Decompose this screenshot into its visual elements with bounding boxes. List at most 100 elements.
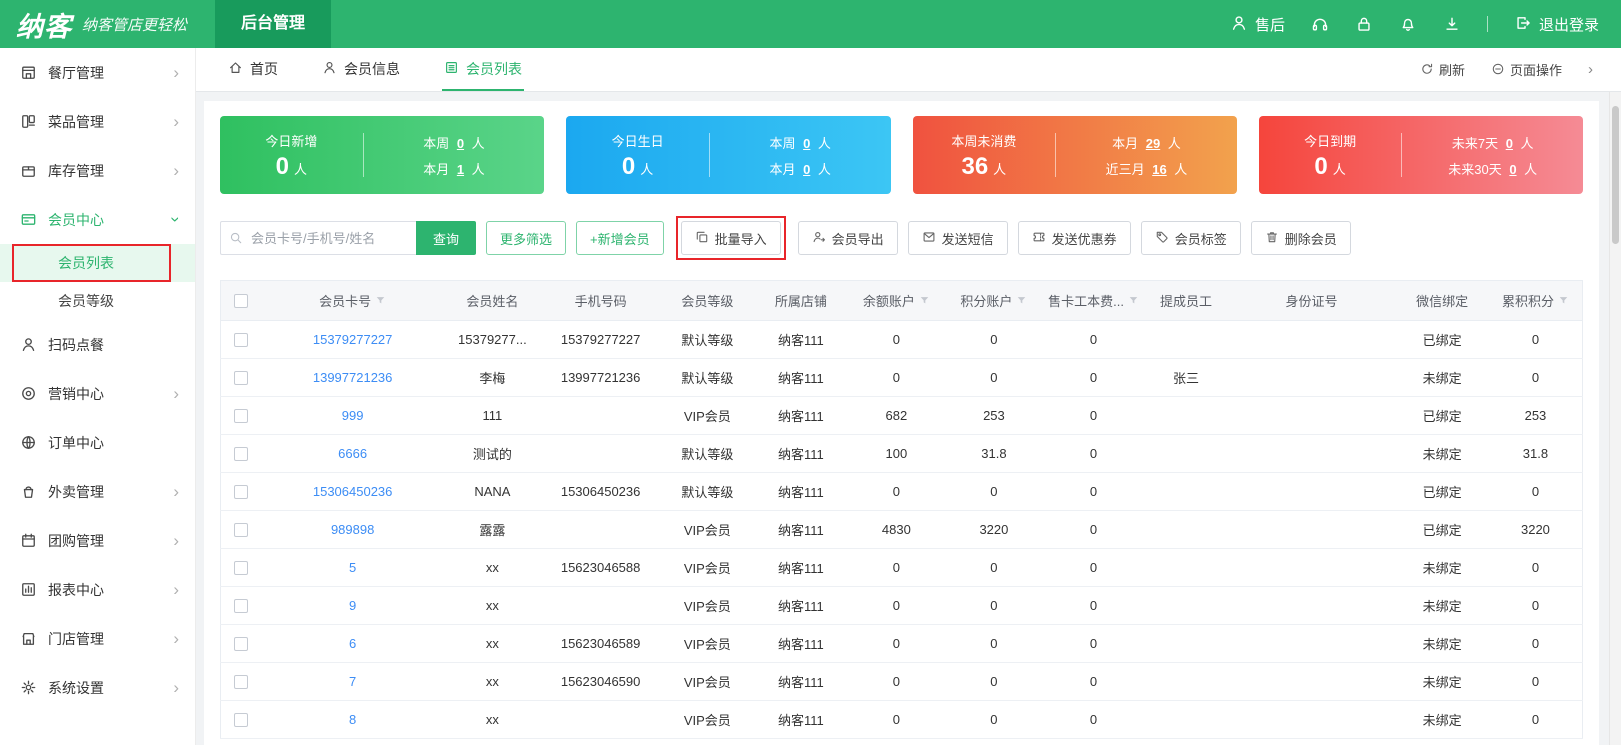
member-card-link[interactable]: 13997721236 [313, 370, 393, 385]
stat-card-line[interactable]: 本周 0 人 [423, 133, 484, 152]
send-sms-button[interactable]: 发送短信 [907, 221, 1008, 255]
sidebar-item-settings[interactable]: 系统设置 › [0, 663, 195, 712]
download-icon[interactable] [1443, 15, 1461, 33]
chevron-right-icon[interactable]: › [1588, 61, 1593, 78]
row-checkbox[interactable] [234, 637, 249, 652]
sidebar-item-restaurant[interactable]: 餐厅管理 › [0, 48, 195, 97]
send-coupon-button[interactable]: 发送优惠券 [1017, 221, 1131, 255]
table-cell: 0 [847, 358, 946, 397]
sidebar-item-stores[interactable]: 门店管理 › [0, 614, 195, 663]
logout-button[interactable]: 退出登录 [1514, 14, 1599, 35]
member-export-button[interactable]: 会员导出 [797, 221, 898, 255]
column-header[interactable]: 余额账户 [847, 280, 946, 321]
lock-icon[interactable] [1355, 15, 1373, 33]
sidebar-item-takeout[interactable]: 外卖管理 › [0, 467, 195, 516]
row-checkbox[interactable] [234, 561, 249, 576]
bell-icon[interactable] [1399, 15, 1417, 33]
tab-member-info[interactable]: 会员信息 [320, 48, 402, 91]
member-card-link[interactable]: 7 [349, 674, 356, 689]
filter-icon[interactable] [375, 295, 386, 306]
member-center-icon [20, 211, 37, 228]
tab-member-list[interactable]: 会员列表 [442, 48, 524, 91]
nav-tab-backend[interactable]: 后台管理 [215, 0, 332, 48]
row-checkbox[interactable] [234, 523, 249, 538]
sidebar-item-scan-order[interactable]: 扫码点餐 [0, 320, 195, 369]
stat-card-line[interactable]: 本周 0 人 [769, 133, 830, 152]
table-cell: 默认等级 [660, 320, 755, 359]
row-checkbox[interactable] [234, 485, 249, 500]
sidebar-item-groupbuy[interactable]: 团购管理 › [0, 516, 195, 565]
stat-card-line[interactable]: 未来30天 0 人 [1448, 159, 1537, 178]
table-cell: xx [444, 624, 541, 663]
column-header[interactable]: 手机号码 [540, 280, 661, 321]
member-card-link[interactable]: 15379277227 [313, 332, 393, 347]
row-checkbox[interactable] [234, 447, 249, 462]
sidebar-item-reports[interactable]: 报表中心 › [0, 565, 195, 614]
stat-card-line[interactable]: 本月 29 人 [1112, 133, 1181, 152]
column-header[interactable]: 所属店铺 [754, 280, 848, 321]
column-header[interactable]: 售卡工本费... [1042, 280, 1145, 321]
table-cell: 0 [1042, 472, 1145, 511]
stat-card-new-today: 今日新增 0 人 本周 0 人本月 1 人 [220, 116, 545, 194]
row-checkbox[interactable] [234, 409, 249, 424]
member-card-link[interactable]: 989898 [331, 522, 374, 537]
after-sales-button[interactable]: 售后 [1230, 14, 1285, 35]
stat-card-line[interactable]: 未来7天 0 人 [1452, 133, 1534, 152]
member-tag-button[interactable]: 会员标签 [1140, 221, 1241, 255]
row-checkbox[interactable] [234, 599, 249, 614]
table-cell: 8 [261, 700, 445, 739]
select-all-checkbox[interactable] [234, 294, 249, 309]
sidebar-item-inventory[interactable]: 库存管理 › [0, 146, 195, 195]
row-checkbox[interactable] [234, 333, 249, 348]
sidebar-item-member-center[interactable]: 会员中心 › [0, 195, 195, 244]
member-card-link[interactable]: 5 [349, 560, 356, 575]
column-header[interactable]: 微信绑定 [1395, 280, 1489, 321]
vertical-scrollbar[interactable] [1609, 92, 1621, 745]
filter-icon[interactable] [919, 295, 930, 306]
member-card-link[interactable]: 999 [342, 408, 364, 423]
member-card-link[interactable]: 6666 [338, 446, 367, 461]
sidebar-subitem-member-list[interactable]: 会员列表 [0, 244, 195, 282]
tab-home[interactable]: 首页 [226, 48, 280, 91]
more-filter-button[interactable]: 更多筛选 [486, 221, 567, 255]
row-checkbox[interactable] [234, 675, 249, 690]
member-card-link[interactable]: 15306450236 [313, 484, 393, 499]
query-button[interactable]: 查询 [416, 221, 477, 255]
add-member-button[interactable]: +新增会员 [576, 221, 664, 255]
column-header[interactable]: 会员等级 [660, 280, 755, 321]
table-cell [540, 434, 661, 473]
delete-member-button[interactable]: 删除会员 [1250, 221, 1351, 255]
sidebar-item-order-center[interactable]: 订单中心 [0, 418, 195, 467]
member-card-link[interactable]: 9 [349, 598, 356, 613]
scrollbar-thumb[interactable] [1612, 106, 1619, 244]
column-header[interactable]: 身份证号 [1227, 280, 1396, 321]
member-card-link[interactable]: 6 [349, 636, 356, 651]
refresh-button[interactable]: 刷新 [1420, 60, 1465, 79]
member-search-input[interactable] [220, 221, 416, 255]
stat-card-main: 今日生日 0 人 [566, 131, 709, 179]
headset-icon[interactable] [1311, 15, 1329, 33]
table-cell [1144, 662, 1228, 701]
batch-import-button[interactable]: 批量导入 [680, 221, 781, 255]
column-header[interactable]: 积分账户 [945, 280, 1043, 321]
stat-card-line[interactable]: 近三月 16 人 [1106, 159, 1188, 178]
row-checkbox[interactable] [234, 371, 249, 386]
page-ops-button[interactable]: 页面操作 [1491, 60, 1562, 79]
column-header[interactable]: 会员卡号 [261, 280, 445, 321]
column-header[interactable]: 提成员工 [1144, 280, 1228, 321]
sidebar-item-marketing[interactable]: 营销中心 › [0, 369, 195, 418]
table-cell: 0 [847, 320, 946, 359]
sidebar-subitem-member-level[interactable]: 会员等级 [0, 282, 195, 320]
table-cell: 李梅 [444, 358, 541, 397]
stat-card-line[interactable]: 本月 1 人 [423, 159, 484, 178]
column-header[interactable]: 会员姓名 [444, 280, 541, 321]
filter-icon[interactable] [1016, 295, 1027, 306]
column-header[interactable]: 累积积分 [1488, 280, 1583, 321]
row-checkbox[interactable] [234, 713, 249, 728]
member-card-link[interactable]: 8 [349, 712, 356, 727]
filter-icon[interactable] [1558, 295, 1569, 306]
stat-card-line[interactable]: 本月 0 人 [769, 159, 830, 178]
table-cell: VIP会员 [660, 662, 755, 701]
filter-icon[interactable] [1128, 295, 1139, 306]
sidebar-item-dishes[interactable]: 菜品管理 › [0, 97, 195, 146]
